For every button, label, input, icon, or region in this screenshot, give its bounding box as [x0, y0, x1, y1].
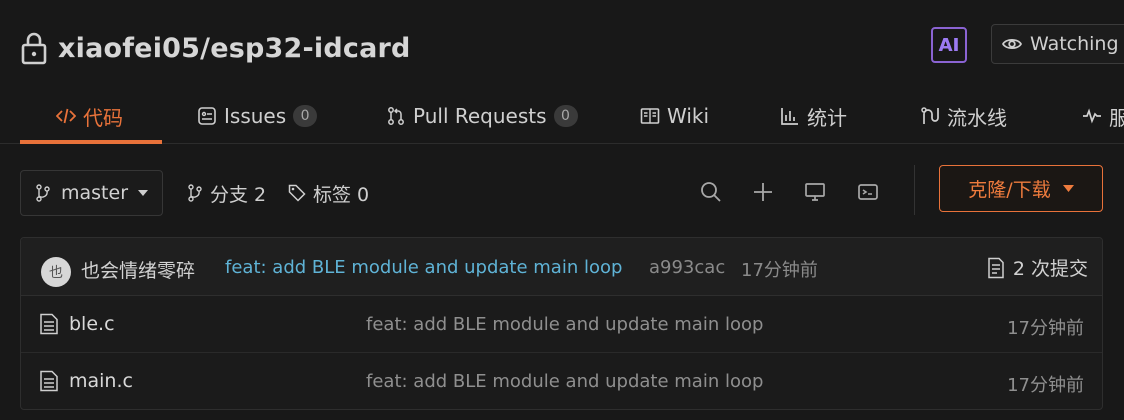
tab-code-label: 代码 [83, 105, 123, 130]
repo-separator: / [200, 32, 211, 64]
file-list: 也 也会情绪零碎 feat: add BLE module and update… [20, 237, 1103, 410]
issues-icon [198, 107, 216, 125]
file-icon [40, 370, 58, 392]
pulse-icon [1083, 108, 1101, 124]
tab-pull-requests-label: Pull Requests [413, 104, 547, 128]
tab-pipeline[interactable]: 流水线 [920, 88, 1007, 144]
commit-count-label: 2 次提交 [1012, 258, 1088, 280]
branch-icon [188, 184, 202, 202]
bar-chart-icon [781, 108, 798, 125]
tags-link[interactable]: 标签 0 [288, 170, 369, 216]
file-icon [40, 313, 58, 335]
toolbar-divider [914, 165, 915, 215]
branches-link[interactable]: 分支 2 [187, 170, 266, 216]
pipeline-icon [921, 107, 939, 124]
repo-nav-tabs: 代码 Issues 0 Pull Requests 0 Wiki 统计 流水线 … [0, 88, 1124, 144]
watch-label: Watching [1030, 33, 1119, 55]
tab-issues[interactable]: Issues 0 [197, 88, 318, 144]
commit-history-icon [988, 257, 1004, 278]
terminal-button[interactable] [852, 176, 884, 208]
repo-owner[interactable]: xiaofei05 [58, 33, 200, 64]
search-icon [701, 182, 721, 202]
tab-statistics[interactable]: 统计 [780, 88, 847, 144]
tab-pipeline-label: 流水线 [947, 105, 1007, 130]
repo-full-name[interactable]: xiaofei05/esp32-idcard [58, 33, 411, 64]
file-updated-time: 17分钟前 [1007, 318, 1084, 339]
search-button[interactable] [695, 176, 727, 208]
tab-issues-label: Issues [224, 104, 287, 128]
repo-header: xiaofei05/esp32-idcard [20, 28, 411, 68]
file-updated-time: 17分钟前 [1007, 375, 1084, 396]
eye-icon [1002, 38, 1022, 50]
tag-icon [288, 184, 306, 202]
active-tab-indicator [20, 140, 162, 144]
tab-wiki-label: Wiki [667, 104, 710, 128]
book-icon [640, 108, 660, 124]
list-item[interactable]: ble.c feat: add BLE module and update ma… [21, 296, 1102, 353]
ai-badge-label: AI [938, 34, 960, 56]
caret-down-icon [138, 190, 149, 196]
issues-count-badge: 0 [293, 105, 318, 127]
plus-icon [754, 183, 772, 201]
tab-wiki[interactable]: Wiki [640, 88, 709, 144]
file-commit-message[interactable]: feat: add BLE module and update main loo… [366, 371, 763, 392]
commit-history-link[interactable]: 2 次提交 [987, 254, 1088, 281]
file-commit-message[interactable]: feat: add BLE module and update main loo… [366, 314, 763, 335]
ai-assistant-button[interactable]: AI [931, 27, 967, 63]
tab-service-label: 服 [1109, 105, 1124, 130]
commit-time: 17分钟前 [741, 260, 818, 281]
branch-name: master [61, 182, 129, 204]
code-icon [56, 108, 76, 124]
tab-code[interactable]: 代码 [56, 88, 123, 144]
pull-request-icon [388, 107, 404, 125]
terminal-icon [858, 184, 878, 200]
list-item[interactable]: main.c feat: add BLE module and update m… [21, 353, 1102, 409]
tab-service[interactable]: 服 [1082, 88, 1124, 144]
tab-statistics-label: 统计 [807, 105, 847, 130]
tags-count-label: 标签 0 [313, 183, 370, 206]
latest-commit-bar: 也 也会情绪零碎 feat: add BLE module and update… [21, 238, 1102, 296]
avatar[interactable]: 也 [41, 257, 71, 287]
branch-selector[interactable]: master [20, 170, 163, 216]
caret-down-icon [1062, 185, 1074, 192]
watch-button[interactable]: Watching [991, 24, 1124, 64]
commit-author[interactable]: 也会情绪零碎 [81, 256, 195, 283]
repo-name[interactable]: esp32-idcard [210, 33, 410, 64]
commit-message-link[interactable]: feat: add BLE module and update main loo… [225, 257, 622, 278]
add-file-button[interactable] [747, 176, 779, 208]
web-ide-button[interactable] [799, 176, 831, 208]
tab-pull-requests[interactable]: Pull Requests 0 [386, 88, 578, 144]
file-name[interactable]: main.c [69, 370, 133, 392]
clone-download-label: 克隆/下载 [968, 179, 1051, 201]
file-name[interactable]: ble.c [69, 313, 115, 335]
branch-icon [36, 184, 50, 202]
pull-requests-count-badge: 0 [553, 105, 578, 127]
clone-download-button[interactable]: 克隆/下载 [939, 165, 1103, 212]
commit-hash[interactable]: a993cac [649, 257, 725, 278]
lock-icon [21, 32, 47, 65]
branches-count-label: 分支 2 [210, 183, 267, 206]
monitor-icon [805, 183, 825, 201]
